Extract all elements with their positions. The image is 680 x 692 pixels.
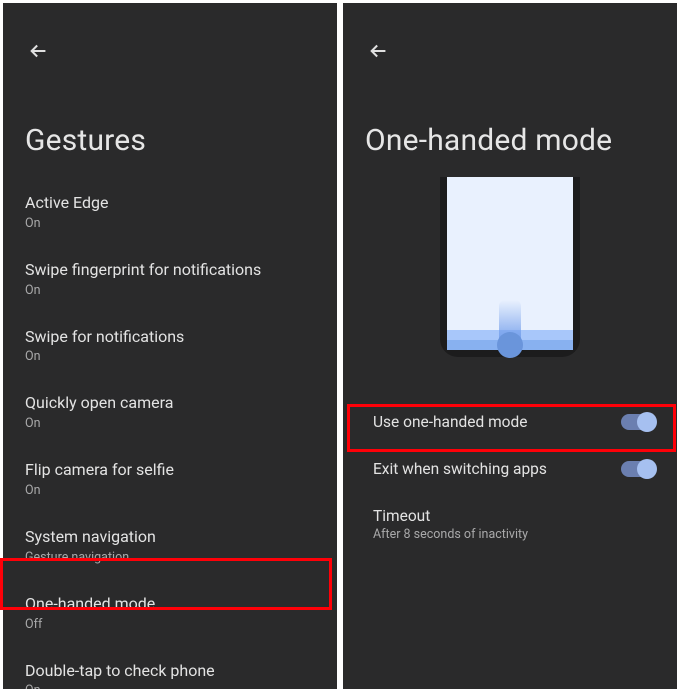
item-sub: On <box>25 483 315 498</box>
list-item-system-navigation[interactable]: System navigation Gesture navigation <box>3 513 337 580</box>
option-sub: After 8 seconds of inactivity <box>373 527 655 542</box>
toggle-switch[interactable] <box>621 414 655 430</box>
list-item-quickly-open-camera[interactable]: Quickly open camera On <box>3 379 337 446</box>
page-title: Gestures <box>25 123 146 158</box>
back-button[interactable] <box>27 39 51 63</box>
option-use-one-handed-mode[interactable]: Use one-handed mode <box>343 399 677 446</box>
list-item-flip-camera[interactable]: Flip camera for selfie On <box>3 446 337 513</box>
page-title: One-handed mode <box>365 123 612 158</box>
option-label: Exit when switching apps <box>373 460 621 478</box>
item-sub: On <box>25 349 315 364</box>
item-sub: On <box>25 683 315 692</box>
list-item-double-tap-check-phone[interactable]: Double-tap to check phone On <box>3 647 337 692</box>
option-timeout[interactable]: Timeout After 8 seconds of inactivity <box>343 493 677 557</box>
item-sub: On <box>25 416 315 431</box>
item-sub: Off <box>25 617 315 632</box>
drag-dot-icon <box>497 332 523 358</box>
gestures-pane: Gestures Active Edge On Swipe fingerprin… <box>0 0 340 692</box>
item-sub: On <box>25 283 315 298</box>
option-label: Use one-handed mode <box>373 413 621 431</box>
item-title: Flip camera for selfie <box>25 460 315 481</box>
item-title: Swipe fingerprint for notifications <box>25 260 315 281</box>
illustration-container <box>343 177 677 365</box>
item-sub: On <box>25 216 315 231</box>
one-handed-mode-pane: One-handed mode Use one-handed mode Exit… <box>340 0 680 692</box>
option-label: Timeout <box>373 507 655 525</box>
item-title: One-handed mode <box>25 594 315 615</box>
list-item-one-handed-mode[interactable]: One-handed mode Off <box>3 580 337 647</box>
list-item-active-edge[interactable]: Active Edge On <box>3 179 337 246</box>
item-title: Double-tap to check phone <box>25 661 315 682</box>
item-title: Swipe for notifications <box>25 327 315 348</box>
settings-list: Active Edge On Swipe fingerprint for not… <box>3 179 337 689</box>
list-item-swipe-notifications[interactable]: Swipe for notifications On <box>3 313 337 380</box>
back-button[interactable] <box>367 39 391 63</box>
one-handed-illustration <box>420 177 600 365</box>
list-item-swipe-fingerprint[interactable]: Swipe fingerprint for notifications On <box>3 246 337 313</box>
toggle-switch[interactable] <box>621 461 655 477</box>
item-title: System navigation <box>25 527 315 548</box>
arrow-left-icon <box>368 40 390 62</box>
item-sub: Gesture navigation <box>25 550 315 565</box>
item-title: Quickly open camera <box>25 393 315 414</box>
phone-outline-icon <box>440 177 580 357</box>
item-title: Active Edge <box>25 193 315 214</box>
option-exit-when-switching-apps[interactable]: Exit when switching apps <box>343 446 677 493</box>
options-list: Use one-handed mode Exit when switching … <box>343 399 677 557</box>
arrow-left-icon <box>28 40 50 62</box>
